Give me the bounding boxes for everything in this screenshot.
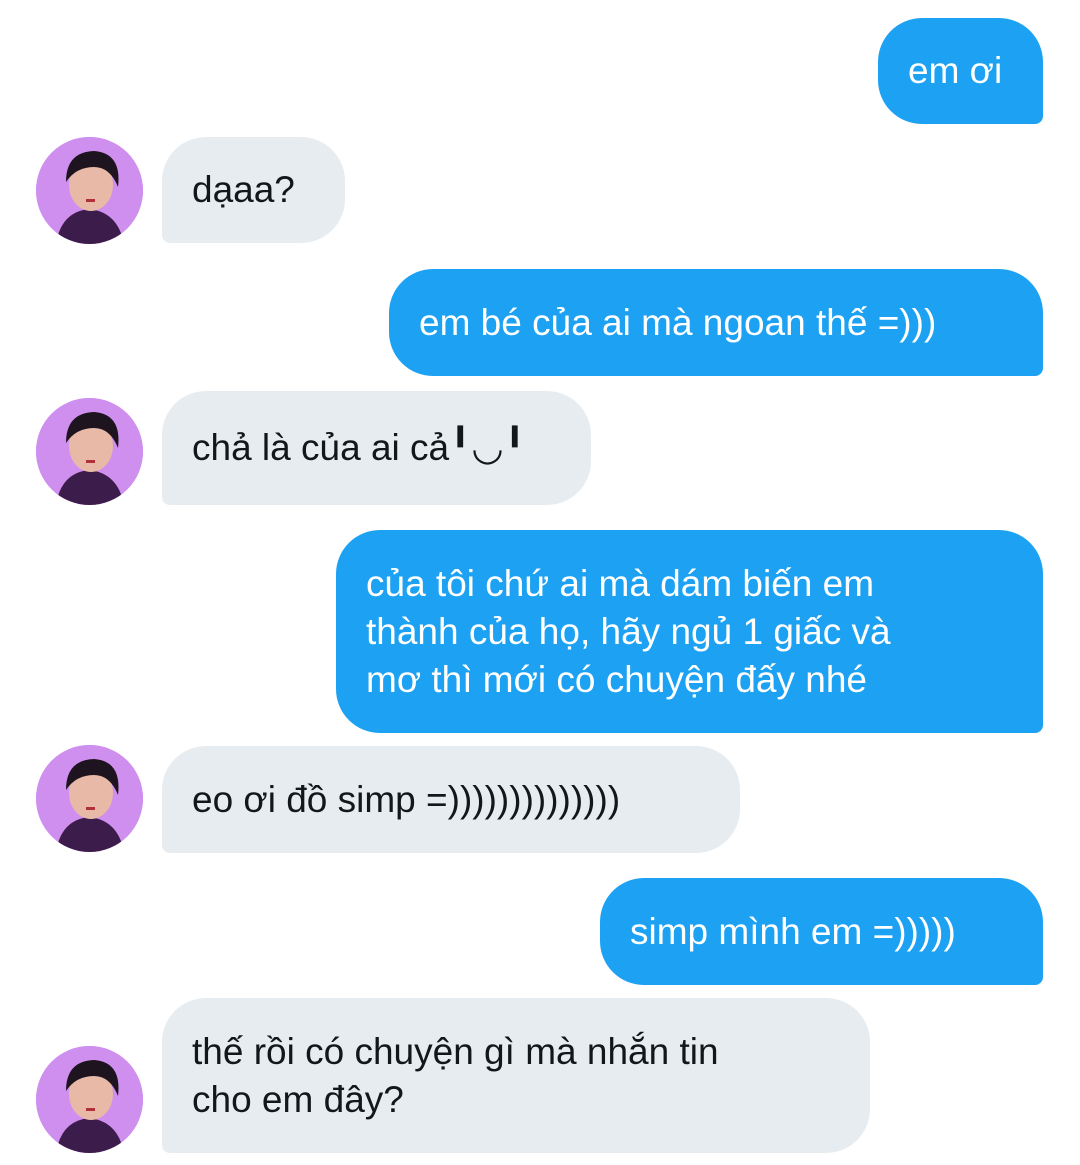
contact-avatar[interactable] <box>36 1046 143 1153</box>
sent-message[interactable]: em bé của ai mà ngoan thế =))) <box>389 269 1043 376</box>
received-message[interactable]: eo ơi đồ simp =)))))))))))))) <box>162 746 740 853</box>
contact-avatar[interactable] <box>36 398 143 505</box>
sent-message[interactable]: em ơi <box>878 18 1043 124</box>
sent-message[interactable]: của tôi chứ ai mà dám biến em thành của … <box>336 530 1043 733</box>
received-message[interactable]: dạaa? <box>162 137 345 243</box>
user-avatar-icon <box>36 745 143 852</box>
user-avatar-icon <box>36 398 143 505</box>
received-message[interactable]: thế rồi có chuyện gì mà nhắn tin cho em … <box>162 998 870 1153</box>
contact-avatar[interactable] <box>36 745 143 852</box>
user-avatar-icon <box>36 137 143 244</box>
contact-avatar[interactable] <box>36 137 143 244</box>
received-message[interactable]: chả là của ai cả╹◡╹ <box>162 391 591 505</box>
sent-message[interactable]: simp mình em =))))) <box>600 878 1043 985</box>
user-avatar-icon <box>36 1046 143 1153</box>
